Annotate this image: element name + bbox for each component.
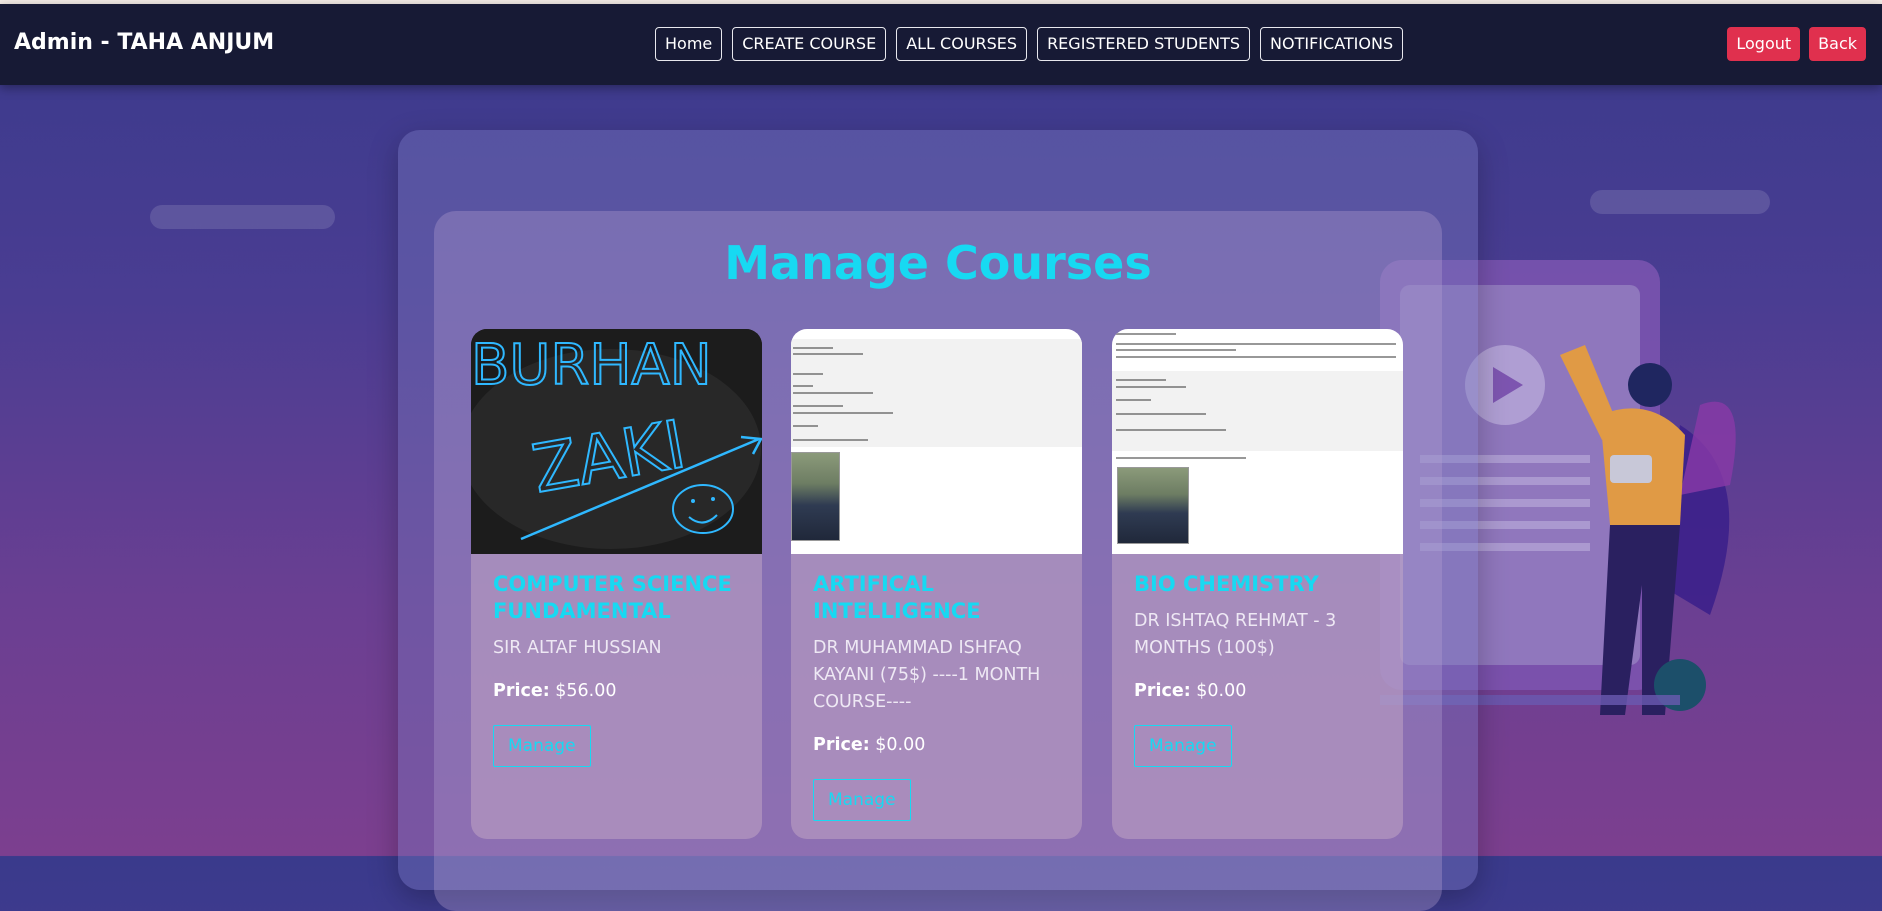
code-line xyxy=(1116,429,1226,431)
nav-all-courses-link[interactable]: ALL COURSES xyxy=(896,27,1028,61)
code-line xyxy=(1116,386,1186,388)
course-instructor: DR ISHTAQ REHMAT - 3 MONTHS (100$) xyxy=(1134,611,1337,658)
course-card: BURHAN ZAKI COMPUTER SCIENCE FUNDAMENTAL… xyxy=(471,329,762,839)
thumbnail-photo xyxy=(1117,467,1189,544)
back-button[interactable]: Back xyxy=(1809,27,1866,61)
course-price: Price: $0.00 xyxy=(1134,681,1246,701)
manage-course-button[interactable]: Manage xyxy=(813,779,911,821)
course-thumbnail: BURHAN ZAKI xyxy=(471,329,762,554)
admin-brand-title: Admin - TAHA ANJUM xyxy=(14,30,275,55)
code-line xyxy=(793,347,833,349)
code-line xyxy=(793,392,873,394)
price-value: $56.00 xyxy=(555,681,617,701)
code-line xyxy=(793,405,843,407)
manage-course-button[interactable]: Manage xyxy=(1134,725,1232,767)
code-line xyxy=(793,412,893,414)
header-actions: Logout Back xyxy=(1727,27,1866,61)
code-line xyxy=(1116,333,1176,335)
thumbnail-handwritten-text: BURHAN xyxy=(471,333,712,398)
course-price: Price: $0.00 xyxy=(813,735,925,755)
code-line xyxy=(793,385,813,387)
page-title: Manage Courses xyxy=(724,236,1152,290)
top-navbar: Admin - TAHA ANJUM Home CREATE COURSE AL… xyxy=(0,4,1882,85)
thumbnail-code-area xyxy=(1112,371,1403,451)
background-cloud xyxy=(1590,190,1770,214)
course-thumbnail xyxy=(1112,329,1403,554)
code-line xyxy=(793,353,863,355)
course-name: BIO CHEMISTRY xyxy=(1134,572,1319,596)
main-nav: Home CREATE COURSE ALL COURSES REGISTERE… xyxy=(655,27,1404,61)
nav-notifications-link[interactable]: NOTIFICATIONS xyxy=(1260,27,1404,61)
logout-button[interactable]: Logout xyxy=(1727,27,1801,61)
background-cloud xyxy=(150,205,335,229)
code-line xyxy=(1116,356,1396,358)
code-line xyxy=(793,439,868,441)
code-line xyxy=(793,373,823,375)
course-price: Price: $56.00 xyxy=(493,681,617,701)
code-line xyxy=(1116,457,1246,459)
nav-create-course-link[interactable]: CREATE COURSE xyxy=(732,27,887,61)
course-name: ARTIFICAL INTELLIGENCE xyxy=(813,572,981,623)
code-line xyxy=(1116,379,1166,381)
nav-registered-students-link[interactable]: REGISTERED STUDENTS xyxy=(1037,27,1251,61)
thumbnail-photo xyxy=(791,452,840,541)
code-line xyxy=(1116,349,1236,351)
code-line xyxy=(1116,343,1396,345)
code-line xyxy=(1116,413,1206,415)
code-line xyxy=(793,425,818,427)
course-instructor: DR MUHAMMAD ISHFAQ KAYANI (75$) ----1 MO… xyxy=(813,638,1041,712)
course-card: BIO CHEMISTRY DR ISHTAQ REHMAT - 3 MONTH… xyxy=(1112,329,1403,839)
course-instructor: SIR ALTAF HUSSIAN xyxy=(493,638,662,658)
course-thumbnail xyxy=(791,329,1082,554)
price-label: Price: xyxy=(1134,681,1191,701)
price-value: $0.00 xyxy=(875,735,926,755)
price-label: Price: xyxy=(493,681,550,701)
price-label: Price: xyxy=(813,735,870,755)
nav-home-link[interactable]: Home xyxy=(655,27,723,61)
course-card: ARTIFICAL INTELLIGENCE DR MUHAMMAD ISHFA… xyxy=(791,329,1082,839)
manage-course-button[interactable]: Manage xyxy=(493,725,591,767)
course-name: COMPUTER SCIENCE FUNDAMENTAL xyxy=(493,572,732,623)
price-value: $0.00 xyxy=(1196,681,1247,701)
code-line xyxy=(1116,399,1151,401)
